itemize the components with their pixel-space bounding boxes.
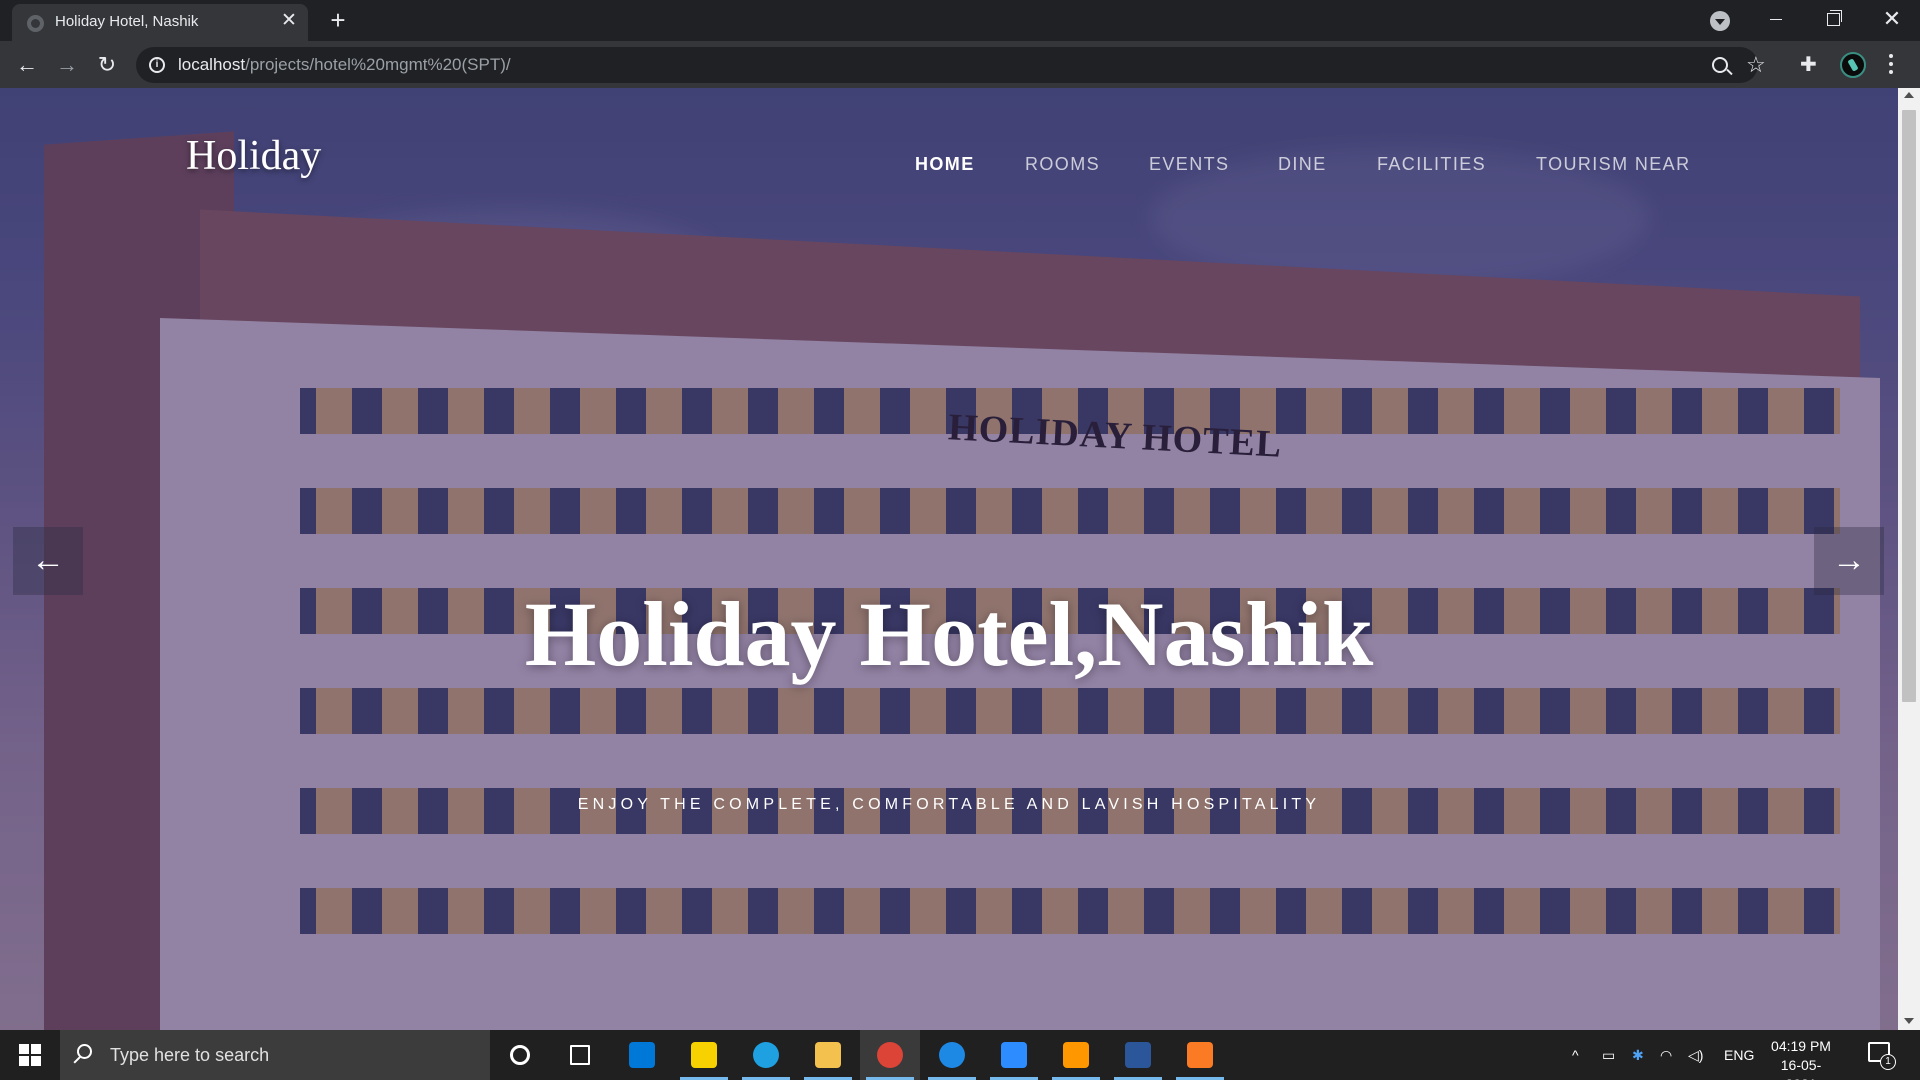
nav-facilities[interactable]: FACILITIES — [1377, 154, 1486, 175]
close-tab-icon[interactable]: ✕ — [278, 10, 300, 32]
nav-tourism-near[interactable]: TOURISM NEAR — [1536, 154, 1690, 175]
volume-icon[interactable]: ◁) — [1688, 1047, 1703, 1064]
url-host: localhost — [178, 55, 246, 74]
slider-prev-arrow-icon[interactable]: ← — [13, 527, 83, 595]
new-tab-button[interactable]: + — [325, 7, 351, 34]
file-explorer-taskbar-button[interactable] — [798, 1030, 858, 1080]
clock[interactable]: 04:19 PM 16-05-2021 — [1766, 1037, 1836, 1080]
zoom-taskbar-button[interactable] — [984, 1030, 1044, 1080]
sublime-text-icon — [1063, 1042, 1089, 1068]
bookmark-star-icon[interactable]: ☆ — [1746, 52, 1766, 78]
notification-count-badge: 1 — [1880, 1054, 1896, 1070]
hero-tagline: ENJOY THE COMPLETE, COMFORTABLE AND LAVI… — [577, 796, 1321, 813]
microsoft-store-taskbar-button[interactable] — [612, 1030, 672, 1080]
start-button[interactable] — [0, 1030, 60, 1080]
edge-taskbar-button[interactable] — [736, 1030, 796, 1080]
tab-title: Holiday Hotel, Nashik — [55, 13, 199, 30]
language-indicator[interactable]: ENG — [1724, 1047, 1754, 1063]
word-icon — [1125, 1042, 1151, 1068]
nav-dine[interactable]: DINE — [1278, 154, 1327, 175]
screen: Holiday Hotel, Nashik ✕ + ✕ ← → ↻ i loca… — [0, 0, 1920, 1080]
tray-overflow-chevron-icon[interactable]: ^ — [1572, 1047, 1579, 1063]
address-bar[interactable]: i localhost/projects/hotel%20mgmt%20(SPT… — [136, 47, 1766, 83]
restore-button[interactable] — [1804, 0, 1860, 41]
clock-time: 04:19 PM — [1771, 1038, 1831, 1054]
tab-search-icon[interactable] — [1710, 11, 1730, 31]
browser-tab[interactable]: Holiday Hotel, Nashik ✕ — [12, 4, 308, 41]
hero-overlay — [0, 88, 1898, 1030]
nav-events[interactable]: EVENTS — [1149, 154, 1229, 175]
hero-slider: HOLIDAY HOTEL Holiday HOME ROOMS EVENTS … — [0, 88, 1898, 1030]
edge-icon — [753, 1042, 779, 1068]
browser-compass-icon — [939, 1042, 965, 1068]
page-scrollbar[interactable] — [1898, 88, 1920, 1030]
cortana-icon — [510, 1045, 530, 1065]
url-path: /projects/hotel%20mgmt%20(SPT)/ — [245, 55, 511, 74]
slider-next-arrow-icon[interactable]: → — [1814, 527, 1884, 595]
menu-kebab-icon[interactable] — [1886, 52, 1896, 76]
window-close-button[interactable]: ✕ — [1864, 0, 1920, 41]
wifi-icon[interactable]: ◠ — [1660, 1047, 1672, 1064]
hero-headline: Holiday Hotel,Nashik — [524, 583, 1374, 685]
page-viewport: HOLIDAY HOTEL Holiday HOME ROOMS EVENTS … — [0, 88, 1920, 1030]
cortana-button[interactable] — [490, 1030, 550, 1080]
globe-icon — [27, 15, 44, 32]
url-text[interactable]: localhost/projects/hotel%20mgmt%20(SPT)/ — [178, 55, 511, 75]
zoom-icon[interactable] — [1712, 57, 1728, 73]
search-icon — [77, 1044, 92, 1059]
bluetooth-icon[interactable]: ✱ — [1632, 1047, 1644, 1064]
battery-icon[interactable]: ▭ — [1602, 1047, 1615, 1064]
browser-compass-taskbar-button[interactable] — [922, 1030, 982, 1080]
search-placeholder: Type here to search — [110, 1045, 270, 1065]
info-icon[interactable]: i — [149, 57, 165, 73]
main-nav: HOME ROOMS EVENTS DINE FACILITIES TOURIS… — [0, 154, 1898, 180]
chrome-icon — [877, 1042, 903, 1068]
sticky-notes-taskbar-button[interactable] — [674, 1030, 734, 1080]
sticky-notes-icon — [691, 1042, 717, 1068]
xampp-icon — [1187, 1042, 1213, 1068]
nav-rooms[interactable]: ROOMS — [1025, 154, 1100, 175]
xampp-taskbar-button[interactable] — [1170, 1030, 1230, 1080]
zoom-icon — [1001, 1042, 1027, 1068]
clock-date: 16-05-2021 — [1780, 1057, 1822, 1080]
browser-toolbar: ← → ↻ i localhost/projects/hotel%20mgmt%… — [0, 41, 1920, 88]
sublime-text-taskbar-button[interactable] — [1046, 1030, 1106, 1080]
browser-tab-strip: Holiday Hotel, Nashik ✕ + ✕ — [0, 0, 1920, 41]
minimize-button[interactable] — [1748, 0, 1804, 41]
nav-home[interactable]: HOME — [915, 154, 975, 175]
task-view-icon — [570, 1045, 590, 1065]
scroll-thumb[interactable] — [1902, 110, 1916, 702]
chrome-taskbar-button[interactable] — [860, 1030, 920, 1080]
back-button[interactable]: ← — [13, 51, 41, 79]
microsoft-store-icon — [629, 1042, 655, 1068]
task-view-button[interactable] — [550, 1030, 610, 1080]
scroll-down-arrow-icon[interactable] — [1904, 1018, 1914, 1024]
file-explorer-icon — [815, 1042, 841, 1068]
scroll-up-arrow-icon[interactable] — [1904, 92, 1914, 98]
windows-taskbar: Type here to search ^ ▭ ✱ ◠ ◁) ENG 04:19… — [0, 1030, 1920, 1080]
taskbar-search-box[interactable]: Type here to search — [60, 1030, 490, 1080]
forward-button[interactable]: → — [53, 51, 81, 79]
profile-avatar-icon[interactable] — [1840, 52, 1866, 78]
word-taskbar-button[interactable] — [1108, 1030, 1168, 1080]
reload-button[interactable]: ↻ — [93, 51, 121, 79]
extensions-puzzle-icon[interactable]: ✚ — [1800, 52, 1822, 76]
